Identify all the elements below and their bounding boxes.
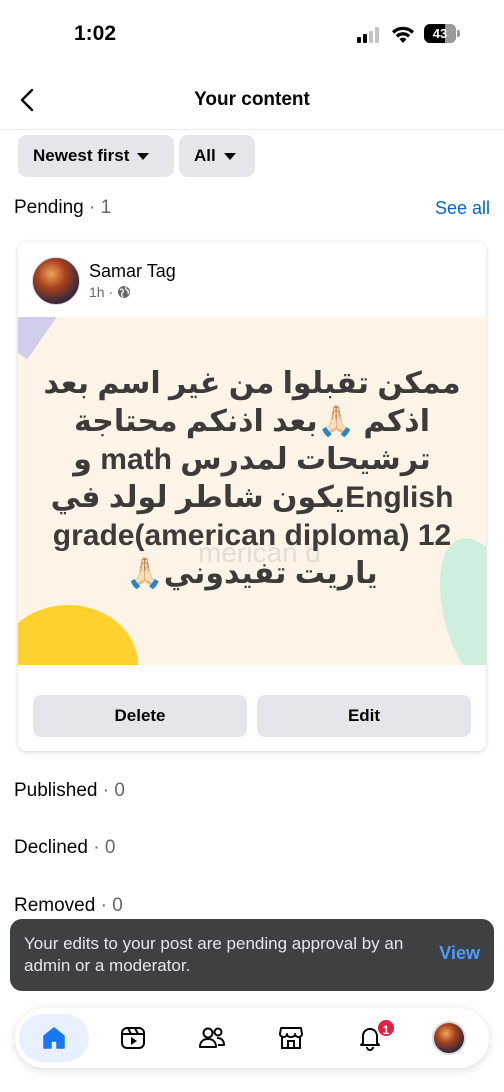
nav-video[interactable] xyxy=(103,1014,163,1062)
pending-section-header: Pending · 1 xyxy=(14,197,112,218)
sort-filter-dropdown[interactable]: Newest first xyxy=(18,135,174,177)
decorative-shape xyxy=(18,317,62,360)
pending-count: 1 xyxy=(100,197,112,218)
delete-button[interactable]: Delete xyxy=(33,695,247,737)
post-meta: 1h · xyxy=(89,284,131,300)
bottom-navigation: 1 xyxy=(15,1008,489,1068)
profile-avatar xyxy=(432,1021,466,1055)
published-count: 0 xyxy=(114,780,125,801)
sort-filter-label: Newest first xyxy=(33,146,130,165)
edit-button[interactable]: Edit xyxy=(257,695,471,737)
declined-count: 0 xyxy=(104,837,116,858)
page-title: Your content xyxy=(194,89,310,110)
author-name[interactable]: Samar Tag xyxy=(89,261,176,282)
friends-icon xyxy=(199,1027,225,1048)
nav-notifications[interactable]: 1 xyxy=(340,1014,400,1062)
post-body-text: ممكن تقبلوا من غير اسم بعد اذكم 🙏🏻بعد اذ… xyxy=(43,367,461,590)
toast-message: Your edits to your post are pending appr… xyxy=(24,934,404,975)
status-bar: 1:02 43 xyxy=(0,0,504,68)
nav-profile[interactable] xyxy=(419,1014,479,1062)
decorative-shape xyxy=(18,605,138,665)
published-section-header[interactable]: Published · 0 xyxy=(14,780,125,802)
marketplace-icon xyxy=(279,1027,303,1049)
type-filter-dropdown[interactable]: All xyxy=(179,135,255,177)
status-time: 1:02 xyxy=(74,22,117,45)
toast-view-button[interactable]: View xyxy=(439,943,480,964)
battery-icon: 43 xyxy=(424,24,460,43)
top-bar: Your content xyxy=(0,76,504,130)
see-all-link[interactable]: See all xyxy=(435,198,490,219)
removed-section-header[interactable]: Removed · 0 xyxy=(14,895,123,917)
removed-count: 0 xyxy=(112,895,123,916)
cellular-signal-icon xyxy=(357,27,383,43)
pending-post-card: Samar Tag 1h · merican d ممكن تقبلوا من … xyxy=(18,242,486,751)
caret-down-icon xyxy=(223,153,236,160)
snackbar-toast: Your edits to your post are pending appr… xyxy=(10,919,494,991)
post-time: 1h xyxy=(89,284,105,300)
home-icon xyxy=(43,1027,65,1049)
nav-home[interactable] xyxy=(19,1014,89,1062)
battery-level: 43 xyxy=(432,26,448,41)
notification-badge: 1 xyxy=(376,1018,396,1038)
post-text-background[interactable]: merican d ممكن تقبلوا من غير اسم بعد اذك… xyxy=(18,317,486,665)
nav-marketplace[interactable] xyxy=(261,1014,321,1062)
type-filter-label: All xyxy=(194,146,216,165)
wifi-icon xyxy=(392,26,414,43)
declined-section-header[interactable]: Declined · 0 xyxy=(14,837,115,859)
nav-friends[interactable] xyxy=(182,1014,242,1062)
author-avatar[interactable] xyxy=(32,257,80,305)
globe-icon xyxy=(118,286,131,298)
video-icon xyxy=(121,1027,145,1049)
pending-label: Pending xyxy=(14,197,84,218)
caret-down-icon xyxy=(137,153,150,160)
